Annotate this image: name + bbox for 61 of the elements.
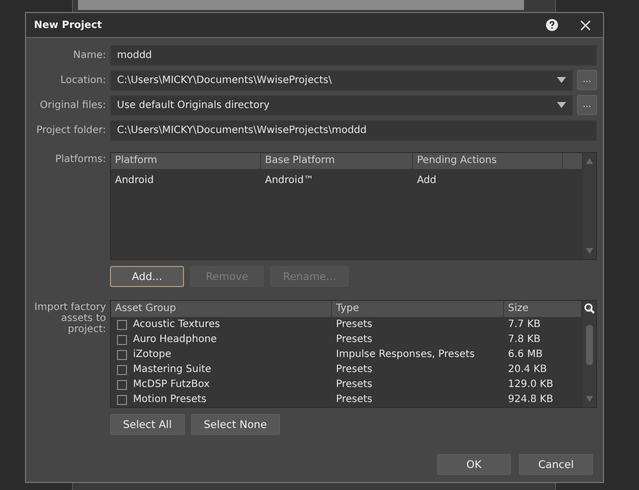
checkbox[interactable] [117,394,127,404]
table-cell: McDSP FutzBox [133,379,210,390]
table-cell-text: 129.0 KB [507,379,554,390]
dropdown-caret-icon[interactable] [557,102,566,108]
column-header[interactable]: Platform [111,153,261,169]
dropdown-field[interactable]: Use default Originals directory [110,94,573,116]
section-label: Platforms: [54,153,106,167]
text-field[interactable]: C:\Users\MICKY\Documents\WwiseProjects\moddd [110,120,597,140]
browse-button[interactable]: ... [577,95,597,115]
table-cell-text: 7.7 KB [507,319,542,330]
field-label: Project folder: [35,124,106,136]
checkbox[interactable] [117,334,127,344]
search-icon[interactable] [584,303,595,314]
table-cell-text: Presets [335,394,374,405]
column-header[interactable]: Pending Actions [413,153,563,169]
column-header[interactable]: Base Platform [261,153,413,169]
scrollbar[interactable] [583,301,596,407]
table-cell: Mastering Suite [133,364,212,375]
table-cell-text: 6.6 MB [507,349,544,360]
table-cell-text: Impulse Responses, Presets [335,349,476,360]
table-cell-text: Presets [335,364,374,375]
scrollbar[interactable] [583,153,596,259]
action-button[interactable]: Add... [110,266,184,287]
column-header[interactable]: Type [332,301,504,317]
dialog-button[interactable]: Cancel [519,454,593,475]
scrollbar-thumb[interactable] [586,325,593,365]
window-title: New Project [34,20,103,30]
checkbox[interactable] [117,350,127,360]
table-cell-text: Presets [335,319,374,330]
table-cell-text: Presets [335,334,374,345]
browse-button[interactable]: ... [577,70,597,90]
field-label: Original files: [38,100,106,110]
table-cell: Acoustic Textures [133,319,220,330]
close-icon[interactable] [580,20,591,30]
scroll-down-icon[interactable] [586,396,593,402]
checkbox[interactable] [117,364,127,374]
table-cell-text: Add [416,174,438,186]
table-cell-text: 924.8 KB [507,394,554,405]
section-label: Import factory assets to project: [33,301,106,337]
dropdown-caret-icon[interactable] [557,77,566,83]
table-cell: Auro Headphone [133,334,217,345]
column-header[interactable]: Asset Group [111,301,332,317]
field-label: Location: [59,74,106,86]
column-header[interactable]: Size [504,301,582,317]
table-cell-text: Android™ [264,174,315,186]
text-field[interactable]: moddd [110,44,597,66]
checkbox[interactable] [117,380,127,390]
field-label: Name: [72,50,106,60]
table-cell: iZotope [133,349,172,360]
help-icon[interactable] [546,19,558,31]
select-button[interactable]: Select None [190,414,280,435]
table-cell-text: 7.8 KB [507,334,542,345]
checkbox[interactable] [117,320,127,330]
select-button[interactable]: Select All [110,414,185,435]
table-cell-text: Presets [335,379,374,390]
scroll-down-icon[interactable] [586,248,593,254]
dialog-button[interactable]: OK [437,454,511,475]
table-cell-text: Android [114,174,155,186]
table-cell: Motion Presets [133,394,206,405]
table-cell-text: 20.4 KB [507,364,548,375]
dropdown-field[interactable]: C:\Users\MICKY\Documents\WwiseProjects\ [110,70,573,90]
